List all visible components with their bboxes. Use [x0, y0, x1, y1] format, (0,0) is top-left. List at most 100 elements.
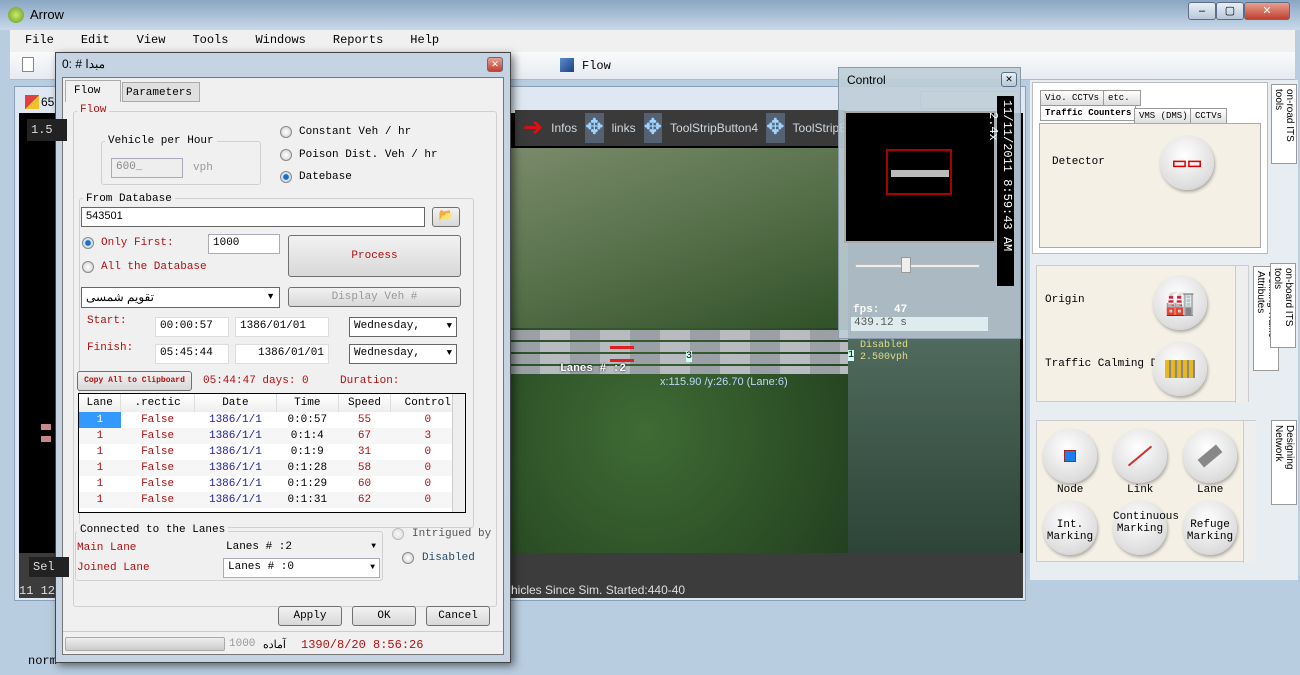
- column-header[interactable]: Time: [276, 394, 339, 412]
- joined-lane-value: Lanes # :0: [228, 561, 295, 573]
- slider-thumb[interactable]: [900, 257, 911, 273]
- ok-button[interactable]: OK: [352, 606, 416, 626]
- disabled-radio[interactable]: [402, 552, 414, 564]
- cancel-button[interactable]: Cancel: [426, 606, 490, 626]
- table-scrollbar[interactable]: [452, 394, 465, 512]
- browse-folder-button[interactable]: 📂: [432, 207, 460, 227]
- vtab-designing-network[interactable]: Designing Network: [1271, 420, 1297, 505]
- display-veh-button[interactable]: Display Veh #: [288, 287, 461, 307]
- table-cell: 1386/1/1: [208, 446, 262, 458]
- dialog-close-button[interactable]: ✕: [487, 57, 503, 72]
- window-icon: [25, 95, 39, 109]
- table-row[interactable]: 1 False 1386/1/1 0:1:9 31 0: [79, 444, 465, 460]
- column-header[interactable]: .rectic: [120, 394, 195, 412]
- traffic-calming-tool-button[interactable]: [1153, 342, 1207, 396]
- minimap[interactable]: [844, 111, 996, 243]
- node-tool-button[interactable]: [1043, 429, 1097, 483]
- menu-tools[interactable]: Tools: [177, 30, 240, 52]
- all-database-radio[interactable]: [82, 261, 94, 273]
- apply-button[interactable]: Apply: [278, 606, 342, 626]
- table-row[interactable]: 1 False 1386/1/1 0:1:31 62 0: [79, 492, 465, 508]
- finish-date-input[interactable]: 1386/01/01: [235, 344, 329, 364]
- map-right-tile[interactable]: 1 Disabled 2.500vph: [848, 338, 1020, 553]
- tab-parameters[interactable]: Parameters: [122, 82, 200, 102]
- start-date-input[interactable]: 1386/01/01: [235, 317, 329, 337]
- table-row[interactable]: 1 False 1386/1/1 0:1:4 67 3: [79, 428, 465, 444]
- menu-help[interactable]: Help: [395, 30, 451, 52]
- select-button[interactable]: Sel: [29, 557, 69, 577]
- move-icon[interactable]: ✥: [585, 113, 604, 143]
- column-header[interactable]: Date: [194, 394, 277, 412]
- table-cell: 1386/1/1: [194, 428, 277, 444]
- menu-windows[interactable]: Windows: [240, 30, 317, 52]
- move-icon[interactable]: ✥: [766, 113, 785, 143]
- close-button[interactable]: ✕: [1244, 2, 1290, 20]
- process-button[interactable]: Process: [288, 235, 461, 277]
- maximize-button[interactable]: ▢: [1216, 2, 1244, 20]
- records-table[interactable]: Lane .rectic Date Time Speed Control 1 False 138…: [78, 393, 466, 513]
- finish-time-input[interactable]: 05:45:44: [155, 344, 229, 364]
- start-time-input[interactable]: 00:00:57: [155, 317, 229, 337]
- control-close-button[interactable]: ✕: [1001, 72, 1017, 87]
- scrollbar[interactable]: [1243, 421, 1256, 563]
- move-icon[interactable]: ✥: [643, 113, 663, 143]
- column-header[interactable]: Speed: [338, 394, 392, 412]
- calendar-select[interactable]: تقویم شمسی ▼: [81, 287, 280, 308]
- node-label: Node: [1057, 484, 1084, 496]
- table-cell: 1386/1/1: [208, 478, 262, 490]
- tab-etc[interactable]: etc.: [1103, 90, 1141, 106]
- copy-clipboard-button[interactable]: Copy All to Clipboard: [77, 371, 192, 391]
- only-first-input[interactable]: 1000: [208, 234, 280, 254]
- speed-slider[interactable]: [855, 264, 980, 268]
- menu-view[interactable]: View: [122, 30, 178, 52]
- only-first-radio[interactable]: [82, 237, 94, 249]
- joined-lane-select[interactable]: Lanes # :0 ▼: [223, 558, 380, 578]
- table-cell: 1: [79, 492, 121, 508]
- menu-file[interactable]: File: [10, 30, 66, 52]
- table-row[interactable]: 1 False 1386/1/1 0:0:57 55 0: [79, 412, 465, 428]
- tab-cctvs[interactable]: CCTVs: [1190, 108, 1228, 124]
- lane-tool-button[interactable]: [1183, 429, 1237, 483]
- lane-icon: [1197, 444, 1223, 468]
- links-button[interactable]: links: [612, 121, 636, 135]
- control-title: Control: [847, 73, 886, 87]
- node-marker[interactable]: [41, 436, 51, 442]
- disabled-label: Disabled: [422, 552, 475, 564]
- constant-radio[interactable]: [280, 126, 292, 138]
- tab-vms[interactable]: VMS (DMS): [1134, 108, 1193, 124]
- column-header[interactable]: Lane: [79, 394, 122, 412]
- vph-input[interactable]: 600_: [111, 158, 183, 178]
- vtab-on-road-its[interactable]: on-road ITS tools: [1271, 84, 1297, 164]
- link-tool-button[interactable]: [1113, 429, 1167, 483]
- table-row[interactable]: 1 False 1386/1/1 0:1:29 60 0: [79, 476, 465, 492]
- tab-traffic-counters[interactable]: Traffic Counters: [1040, 105, 1137, 121]
- poison-radio[interactable]: [280, 149, 292, 161]
- start-day-select[interactable]: Wednesday, ▼: [349, 317, 457, 337]
- menu-edit[interactable]: Edit: [66, 30, 122, 52]
- toolstrip-button4[interactable]: ToolStripButton4: [670, 121, 758, 135]
- new-file-icon[interactable]: [22, 57, 34, 72]
- scrollbar[interactable]: [1235, 266, 1248, 403]
- main-lane-select[interactable]: Lanes # :2 ▼: [223, 538, 380, 558]
- intrigued-radio[interactable]: [392, 528, 404, 540]
- menu-reports[interactable]: Reports: [318, 30, 395, 52]
- status-count: 1000: [229, 638, 256, 650]
- aerial-map[interactable]: 3 Lanes # :2 x:115.90 /y:26.70 (Lane:6): [510, 148, 848, 553]
- minimize-button[interactable]: –: [1188, 2, 1216, 20]
- table-cell: 31: [357, 446, 372, 458]
- origin-tool-button[interactable]: 🏭: [1153, 276, 1207, 330]
- tab-vio-cctvs[interactable]: Vio. CCTVs: [1040, 90, 1105, 106]
- database-path-input[interactable]: 543501: [81, 207, 425, 227]
- flow-tab-label[interactable]: Flow: [582, 59, 611, 73]
- table-row[interactable]: 1 False 1386/1/1 0:1:28 58 0: [79, 460, 465, 476]
- detector-marker-icon[interactable]: [610, 346, 634, 362]
- finish-day-select[interactable]: Wednesday, ▼: [349, 344, 457, 364]
- status-ready: آماده: [263, 639, 286, 651]
- infos-button[interactable]: Infos: [551, 121, 577, 135]
- vtab-on-board-its[interactable]: on-board ITS tools: [1270, 263, 1296, 348]
- node-marker[interactable]: [41, 424, 51, 430]
- flow-image-icon[interactable]: [560, 58, 574, 72]
- detector-tool-button[interactable]: ▭▭: [1160, 136, 1214, 190]
- tab-flow[interactable]: Flow: [65, 80, 121, 102]
- database-radio[interactable]: [280, 171, 292, 183]
